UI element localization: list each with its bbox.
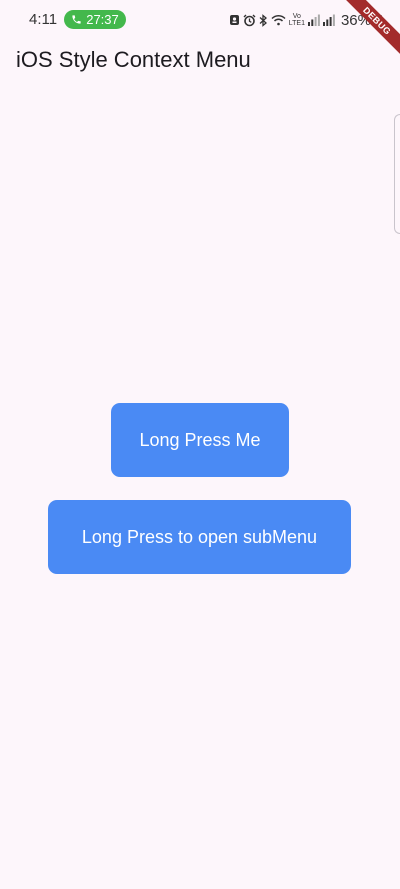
- wifi-icon: [271, 11, 286, 29]
- signal-icon-2: [322, 11, 335, 29]
- bluetooth-icon: [259, 11, 268, 29]
- long-press-submenu-label: Long Press to open subMenu: [81, 526, 318, 547]
- status-icons: Vo LTE1 36%: [229, 11, 382, 29]
- battery-icon: [374, 11, 382, 29]
- status-time: 4:11: [29, 11, 58, 28]
- volte-indicator: Vo LTE1: [289, 11, 305, 29]
- volte-label: Vo: [292, 13, 301, 20]
- battery-percent: 36%: [340, 11, 371, 29]
- app-bar-title: iOS Style Context Menu: [16, 47, 251, 72]
- long-press-me-label: Long Press Me: [139, 429, 261, 450]
- status-bar: 4:11 27:37 Vo LTE1 36%: [0, 0, 400, 40]
- alarm-icon: [243, 11, 256, 29]
- notification-icon: [229, 11, 240, 29]
- long-press-me-button[interactable]: Long Press Me: [111, 403, 289, 477]
- call-timer: 27:37: [86, 12, 119, 27]
- lte-label: LTE1: [288, 20, 305, 27]
- long-press-submenu-button[interactable]: Long Press to open subMenu: [48, 500, 351, 574]
- ongoing-call-pill[interactable]: 27:37: [64, 10, 126, 29]
- edge-panel-handle[interactable]: [394, 114, 400, 234]
- signal-icon: [307, 11, 320, 29]
- phone-icon: [71, 14, 82, 25]
